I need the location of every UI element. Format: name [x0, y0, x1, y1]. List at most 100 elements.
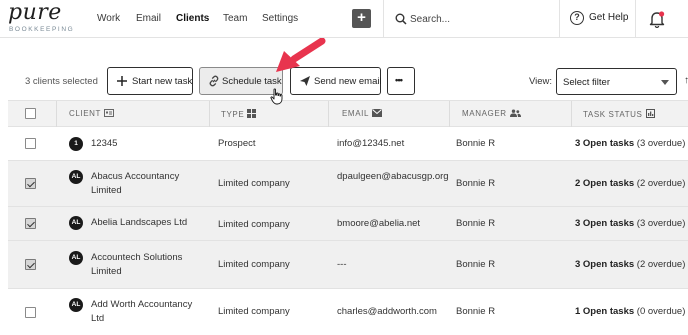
client-manager: Bonnie R — [456, 218, 496, 229]
task-status[interactable]: 3 Open tasks (2 overdue) — [575, 258, 685, 272]
table-row[interactable]: AL Accountech Solutions Limited Limited … — [8, 241, 688, 289]
client-avatar: 1 — [69, 137, 83, 151]
client-type: Limited company — [218, 219, 290, 230]
help-icon: ? — [570, 11, 584, 25]
search-icon — [395, 13, 407, 25]
nav-work[interactable]: Work — [97, 12, 120, 26]
header-client-label: CLIENT — [69, 109, 102, 118]
overdue-count: (2 overdue) — [634, 178, 686, 189]
nav-settings[interactable]: Settings — [262, 12, 298, 26]
envelope-icon — [372, 109, 383, 117]
link-icon — [209, 75, 219, 87]
client-name-link[interactable]: Add Worth Accountancy Ltd — [91, 298, 203, 326]
more-actions-button[interactable]: ••• — [387, 67, 415, 95]
notification-bell-icon[interactable] — [648, 10, 666, 28]
open-tasks-count: 3 Open tasks — [575, 138, 635, 149]
client-name-link[interactable]: 12345 — [91, 137, 211, 151]
view-filter-select[interactable]: Select filter — [556, 68, 677, 95]
overflow-arrow-icon: ↑ — [684, 75, 688, 86]
search-input[interactable] — [410, 10, 550, 28]
task-status[interactable]: 2 Open tasks (2 overdue) — [575, 177, 685, 191]
overdue-count: (0 overdue) — [634, 306, 686, 317]
client-email[interactable]: dpaulgeen@abacusgp.org — [337, 170, 449, 184]
header-manager[interactable]: MANAGER — [462, 109, 521, 118]
header-email-label: EMAIL — [342, 109, 370, 118]
annotation-arrow-icon — [276, 38, 326, 72]
client-email[interactable]: bmoore@abelia.net — [337, 217, 420, 231]
table-header: CLIENT TYPE EMAIL MANAGER TASK STATUS — [8, 100, 688, 127]
overdue-count: (3 overdue) — [634, 138, 686, 149]
header-client[interactable]: CLIENT — [69, 109, 115, 118]
open-tasks-count: 3 Open tasks — [575, 259, 635, 270]
header-manager-label: MANAGER — [462, 109, 507, 118]
client-name-link[interactable]: Abelia Landscapes Ltd — [91, 216, 221, 230]
selected-count: 3 clients selected — [25, 76, 98, 87]
client-avatar: AL — [69, 251, 83, 265]
top-navigation: pure BOOKKEEPING Work Email Clients Team… — [0, 0, 688, 38]
hand-cursor-icon — [270, 88, 283, 105]
nav-divider — [383, 0, 384, 38]
nav-email[interactable]: Email — [136, 12, 161, 26]
table-row[interactable]: AL Abelia Landscapes Ltd Limited company… — [8, 207, 688, 241]
nav-divider — [635, 0, 636, 38]
task-status[interactable]: 1 Open tasks (0 overdue) — [575, 305, 685, 319]
id-card-icon — [104, 109, 115, 117]
open-tasks-count: 3 Open tasks — [575, 218, 635, 229]
row-checkbox[interactable] — [25, 259, 36, 270]
overdue-count: (3 overdue) — [634, 218, 686, 229]
client-avatar: AL — [69, 298, 83, 312]
client-email[interactable]: charles@addworth.com — [337, 305, 437, 319]
nav-divider — [559, 0, 560, 38]
client-type: Limited company — [218, 259, 290, 270]
client-manager: Bonnie R — [456, 178, 496, 189]
client-manager: Bonnie R — [456, 259, 496, 270]
brand-tagline: BOOKKEEPING — [9, 26, 75, 33]
select-all-checkbox[interactable] — [25, 108, 36, 119]
row-checkbox[interactable] — [25, 138, 36, 149]
client-email[interactable]: --- — [337, 258, 347, 272]
column-divider — [209, 101, 210, 127]
task-status[interactable]: 3 Open tasks (3 overdue) — [575, 217, 685, 231]
chevron-down-icon — [661, 80, 669, 85]
nav-clients[interactable]: Clients — [176, 12, 209, 26]
people-icon — [509, 109, 521, 117]
client-email[interactable]: info@12345.net — [337, 137, 404, 151]
column-divider — [449, 101, 450, 127]
table-row[interactable]: AL Abacus Accountancy Limited Limited co… — [8, 161, 688, 207]
header-type-label: TYPE — [221, 110, 245, 119]
add-new-button[interactable]: + — [352, 9, 371, 28]
more-icon: ••• — [395, 75, 403, 86]
client-name-link[interactable]: Abacus Accountancy Limited — [91, 170, 199, 198]
client-manager: Bonnie R — [456, 306, 496, 317]
client-avatar: AL — [69, 170, 83, 184]
row-checkbox[interactable] — [25, 178, 36, 189]
header-email[interactable]: EMAIL — [342, 109, 383, 118]
nav-team[interactable]: Team — [223, 12, 247, 26]
client-type: Prospect — [218, 138, 256, 149]
start-new-task-button[interactable]: Start new task — [107, 67, 193, 95]
column-divider — [571, 101, 572, 127]
view-label: View: — [529, 76, 553, 87]
open-tasks-count: 1 Open tasks — [575, 306, 635, 317]
plus-icon — [117, 76, 127, 86]
client-name-link[interactable]: Accountech Solutions Limited — [91, 251, 199, 279]
get-help-label: Get Help — [589, 12, 629, 23]
client-type: Limited company — [218, 306, 290, 317]
task-status[interactable]: 3 Open tasks (3 overdue) — [575, 137, 685, 151]
start-new-task-label: Start new task — [132, 76, 193, 87]
table-row[interactable]: AL Add Worth Accountancy Ltd Limited com… — [8, 289, 688, 335]
table-row[interactable]: 1 12345 Prospect info@12345.net Bonnie R… — [8, 127, 688, 161]
row-checkbox[interactable] — [25, 307, 36, 318]
overdue-count: (2 overdue) — [634, 259, 686, 270]
header-task-status[interactable]: TASK STATUS — [583, 109, 655, 119]
client-manager: Bonnie R — [456, 138, 496, 149]
header-type[interactable]: TYPE — [221, 109, 257, 119]
bulk-action-toolbar: 3 clients selected Start new task Schedu… — [8, 62, 688, 100]
header-task-status-label: TASK STATUS — [583, 110, 643, 119]
brand-name: pure — [8, 0, 62, 25]
row-checkbox[interactable] — [25, 218, 36, 229]
client-avatar: AL — [69, 216, 83, 230]
column-divider — [328, 101, 329, 127]
brand-logo[interactable]: pure BOOKKEEPING — [8, 0, 75, 34]
column-divider — [56, 101, 57, 127]
